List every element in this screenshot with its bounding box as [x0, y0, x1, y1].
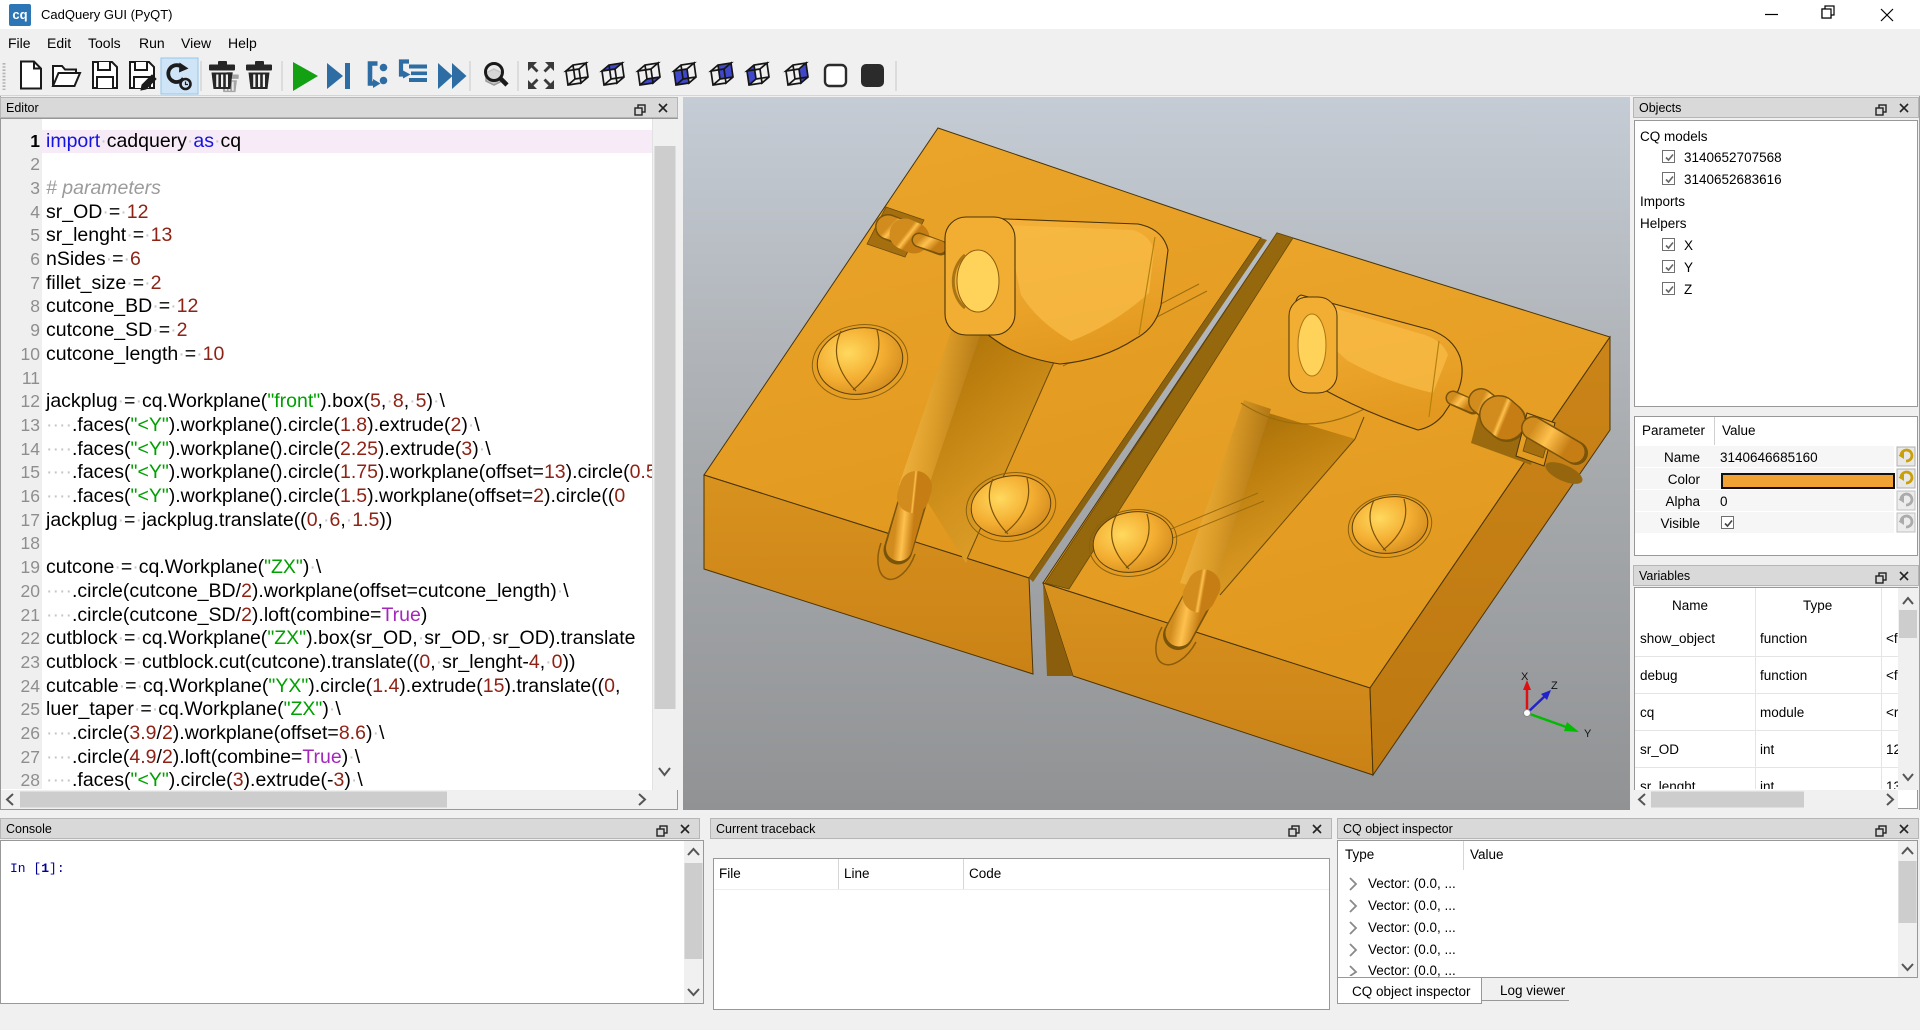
svg-text:Y: Y [1584, 728, 1592, 740]
svg-text:X: X [1521, 671, 1529, 683]
svg-text:Z: Z [1551, 680, 1558, 692]
